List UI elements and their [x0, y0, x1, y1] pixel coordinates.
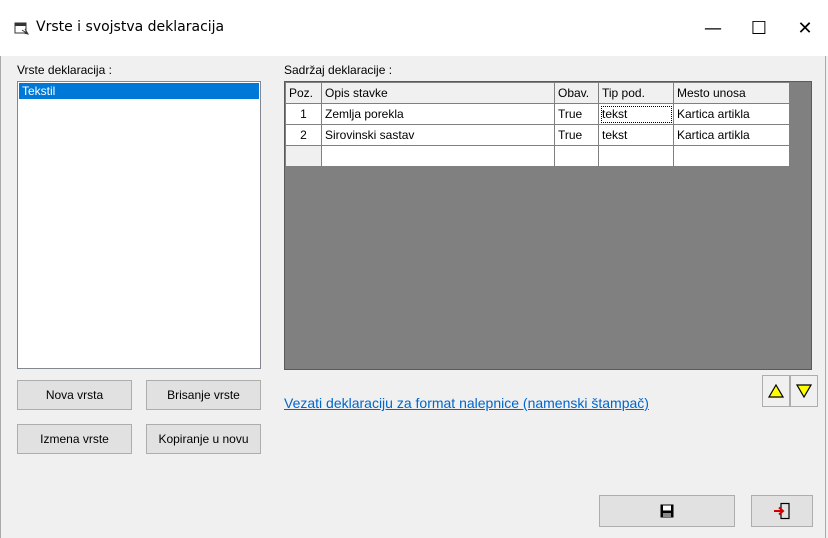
copy-to-new-button[interactable]: Kopiranje u novu	[146, 424, 261, 454]
cell-position[interactable]: 2	[285, 124, 322, 146]
declaration-types-list[interactable]: Tekstil	[17, 81, 261, 369]
maximize-icon: ☐	[750, 17, 768, 39]
move-up-button[interactable]	[762, 375, 790, 407]
column-header-required[interactable]: Obav.	[554, 82, 599, 104]
table-row[interactable]: 1 Zemlja porekla True tekst Kartica arti…	[285, 103, 790, 125]
minimize-icon: —	[704, 17, 722, 39]
exit-button[interactable]	[751, 495, 813, 527]
table-header-row: Poz. Opis stavke Obav. Tip pod. Mesto un…	[285, 82, 790, 104]
exit-door-icon	[774, 502, 790, 520]
edit-type-button[interactable]: Izmena vrste	[17, 424, 132, 454]
cell-position[interactable]: 1	[285, 103, 322, 125]
form-icon	[14, 22, 30, 35]
cell-entry-place[interactable]: Kartica artikla	[673, 103, 790, 125]
cell-data-type[interactable]	[598, 145, 674, 167]
window-title: Vrste i svojstva deklaracija	[36, 19, 225, 35]
cell-required[interactable]: True	[554, 103, 599, 125]
list-item-label: Tekstil	[22, 84, 56, 98]
floppy-disk-icon	[660, 504, 674, 518]
column-header-description[interactable]: Opis stavke	[321, 82, 555, 104]
cell-entry-place[interactable]: Kartica artikla	[673, 124, 790, 146]
declaration-content-label: Sadržaj deklaracije :	[284, 63, 393, 77]
cell-description[interactable]: Zemlja porekla	[321, 103, 555, 125]
column-header-data-type[interactable]: Tip pod.	[598, 82, 674, 104]
maximize-button[interactable]: ☐	[736, 0, 782, 56]
list-item[interactable]: Tekstil	[19, 83, 259, 99]
move-down-button[interactable]	[790, 375, 818, 407]
table-row[interactable]: 2 Sirovinski sastav True tekst Kartica a…	[285, 124, 790, 146]
table-row-new[interactable]	[285, 145, 790, 167]
cell-required[interactable]	[554, 145, 599, 167]
cell-entry-place[interactable]	[673, 145, 790, 167]
triangle-up-icon	[768, 384, 784, 398]
cell-position[interactable]	[285, 145, 322, 167]
declaration-content-grid[interactable]: Poz. Opis stavke Obav. Tip pod. Mesto un…	[284, 81, 812, 370]
cell-description[interactable]: Sirovinski sastav	[321, 124, 555, 146]
minimize-button[interactable]: —	[690, 0, 736, 56]
cell-data-type[interactable]: tekst	[598, 124, 674, 146]
bind-label-format-link[interactable]: Vezati deklaraciju za format nalepnice (…	[284, 395, 649, 411]
column-header-entry-place[interactable]: Mesto unosa	[673, 82, 790, 104]
cell-data-type[interactable]: tekst	[598, 103, 674, 125]
cell-description[interactable]	[321, 145, 555, 167]
close-icon: ✕	[797, 17, 813, 39]
declaration-types-label: Vrste deklaracija :	[17, 63, 112, 77]
new-type-button[interactable]: Nova vrsta	[17, 380, 132, 410]
close-button[interactable]: ✕	[782, 0, 828, 56]
save-button[interactable]	[599, 495, 735, 527]
triangle-down-icon	[796, 384, 812, 398]
cell-required[interactable]: True	[554, 124, 599, 146]
column-header-position[interactable]: Poz.	[285, 82, 322, 104]
title-bar: Vrste i svojstva deklaracija — ☐ ✕	[0, 0, 828, 56]
content-table: Poz. Opis stavke Obav. Tip pod. Mesto un…	[285, 82, 790, 167]
delete-type-button[interactable]: Brisanje vrste	[146, 380, 261, 410]
